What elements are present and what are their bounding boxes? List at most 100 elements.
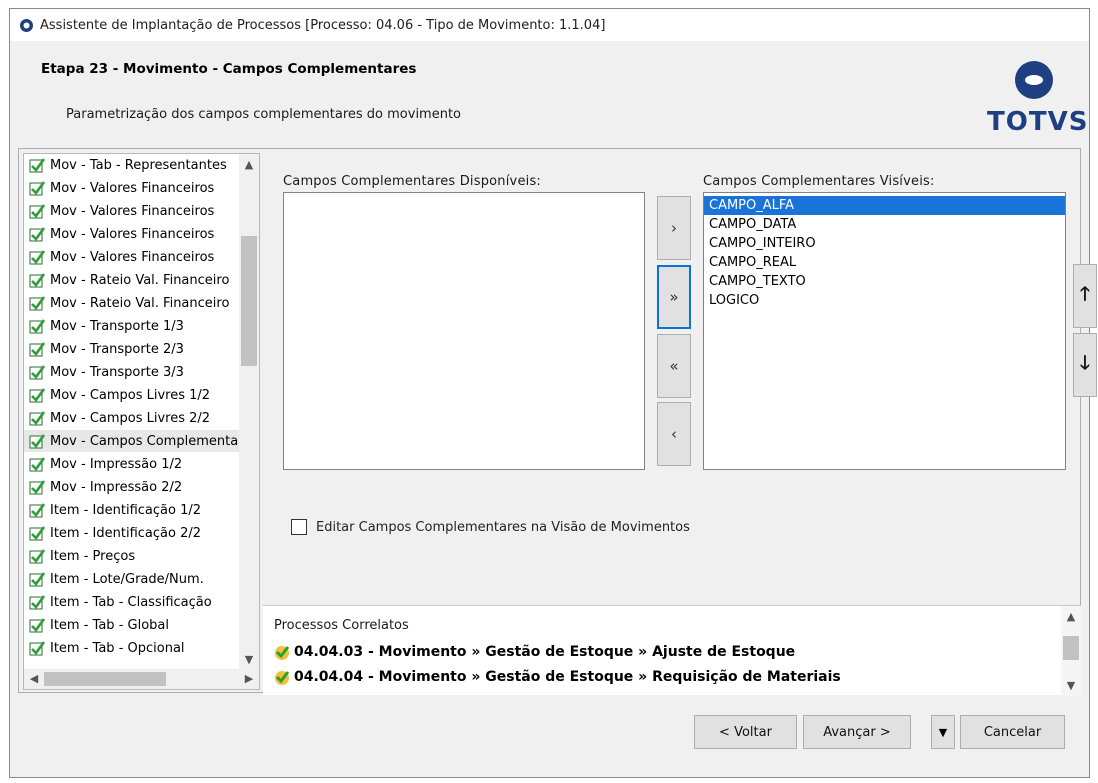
next-button[interactable]: Avançar >: [803, 715, 911, 749]
check-icon: [29, 341, 45, 357]
check-icon: [29, 456, 45, 472]
circle-logo-icon: [19, 18, 34, 33]
step-item[interactable]: Item - Preços: [24, 545, 246, 567]
step-item-label: Mov - Valores Financeiros: [50, 180, 215, 196]
step-item-label: Item - Tab - Global: [50, 617, 169, 633]
scroll-right-icon[interactable]: ▶: [239, 672, 259, 685]
step-item[interactable]: Mov - Transporte 1/3: [24, 315, 246, 337]
visible-field-item[interactable]: CAMPO_REAL: [704, 253, 1065, 272]
step-item[interactable]: Item - Identificação 1/2: [24, 499, 246, 521]
correlated-item-label: 04.04.03 - Movimento » Gestão de Estoque…: [294, 644, 796, 660]
correlated-item[interactable]: 04.04.03 - Movimento » Gestão de Estoque…: [273, 643, 795, 661]
correlated-title: Processos Correlatos: [274, 618, 409, 633]
step-item-label: Item - Lote/Grade/Num.: [50, 571, 204, 587]
remove-all-button[interactable]: «: [657, 334, 691, 398]
move-down-button[interactable]: 🡓: [1073, 333, 1097, 397]
available-listbox[interactable]: [283, 192, 645, 470]
step-item-label: Mov - Campos Livres 2/2: [50, 410, 211, 426]
steps-hscroll-thumb[interactable]: [44, 672, 166, 686]
add-all-button[interactable]: »: [657, 265, 691, 329]
step-item[interactable]: Mov - Impressão 2/2: [24, 476, 246, 498]
scroll-down-icon[interactable]: ▼: [239, 653, 259, 666]
step-item-label: Mov - Valores Financeiros: [50, 203, 215, 219]
visible-listbox[interactable]: CAMPO_ALFA CAMPO_DATA CAMPO_INTEIRO CAMPO_R…: [703, 192, 1066, 470]
step-item[interactable]: Mov - Campos Livres 1/2: [24, 384, 246, 406]
visible-field-item[interactable]: CAMPO_DATA: [704, 215, 1065, 234]
steps-vertical-scrollbar[interactable]: ▲ ▼: [239, 154, 259, 670]
arrow-down-icon: 🡓: [1080, 352, 1090, 374]
visible-field-item[interactable]: LOGICO: [704, 291, 1065, 310]
step-item[interactable]: Mov - Valores Financeiros: [24, 246, 246, 268]
check-icon: [29, 617, 45, 633]
options-dropdown-button[interactable]: ▼: [931, 715, 955, 749]
step-item[interactable]: Mov - Transporte 2/3: [24, 338, 246, 360]
remove-one-button[interactable]: ‹: [657, 402, 691, 466]
step-item[interactable]: Mov - Impressão 1/2: [24, 453, 246, 475]
step-item[interactable]: Item - Tab - Global: [24, 614, 246, 636]
scroll-up-icon[interactable]: ▲: [239, 158, 259, 171]
step-item-label: Item - Tab - Classificação: [50, 594, 212, 610]
visible-field-item[interactable]: CAMPO_TEXTO: [704, 272, 1065, 291]
edit-fields-checkbox[interactable]: [291, 519, 307, 535]
step-item[interactable]: Mov - Valores Financeiros: [24, 200, 246, 222]
step-item-label: Mov - Tab - Representantes: [50, 157, 227, 173]
check-icon: [29, 479, 45, 495]
logo-text: TOTVS: [987, 107, 1089, 137]
check-icon: [29, 594, 45, 610]
step-item[interactable]: Item - Tab - Opcional: [24, 637, 246, 659]
visible-field-item[interactable]: CAMPO_ALFA: [704, 196, 1065, 215]
check-icon: [29, 249, 45, 265]
check-icon: [29, 571, 45, 587]
correlated-processes-panel: Processos Correlatos 04.04.03 - Moviment…: [263, 605, 1081, 696]
visible-label: Campos Complementares Visíveis:: [703, 174, 935, 189]
check-icon: [29, 157, 45, 173]
check-icon: [29, 203, 45, 219]
visible-field-item[interactable]: CAMPO_INTEIRO: [704, 234, 1065, 253]
check-icon: [29, 640, 45, 656]
correlated-item[interactable]: 04.04.04 - Movimento » Gestão de Estoque…: [273, 668, 841, 686]
scroll-down-icon[interactable]: ▼: [1061, 679, 1081, 692]
step-item-label: Item - Identificação 2/2: [50, 525, 202, 541]
step-item[interactable]: Mov - Rateio Val. Financeiro: [24, 269, 246, 291]
edit-fields-checkbox-row[interactable]: Editar Campos Complementares na Visão de…: [291, 519, 690, 535]
step-item[interactable]: Item - Identificação 2/2: [24, 522, 246, 544]
check-icon: [29, 433, 45, 449]
step-item[interactable]: Mov - Campos Complementares: [24, 430, 246, 452]
steps-list[interactable]: Mov - Tab - Representantes Mov - Valores …: [23, 153, 260, 690]
cancel-button[interactable]: Cancelar: [960, 715, 1065, 749]
step-item[interactable]: Mov - Valores Financeiros: [24, 223, 246, 245]
scroll-left-icon[interactable]: ◀: [24, 672, 44, 685]
correlated-scrollbar[interactable]: ▲ ▼: [1061, 606, 1081, 696]
process-check-icon: [273, 668, 291, 686]
back-button[interactable]: < Voltar: [694, 715, 797, 749]
step-item[interactable]: Mov - Tab - Representantes: [24, 154, 246, 176]
add-one-button[interactable]: ›: [657, 196, 691, 260]
move-up-button[interactable]: 🡑: [1073, 264, 1097, 328]
process-check-icon: [273, 643, 291, 661]
correlated-item-label: 04.04.04 - Movimento » Gestão de Estoque…: [294, 669, 841, 685]
footer-bar: < Voltar Avançar > ▼ Cancelar: [18, 698, 1081, 774]
step-header: Etapa 23 - Movimento - Campos Complement…: [21, 52, 1089, 142]
content-frame: Mov - Tab - Representantes Mov - Valores …: [18, 148, 1097, 696]
title-bar: Assistente de Implantação de Processos […: [10, 9, 1089, 41]
step-item[interactable]: Mov - Transporte 3/3: [24, 361, 246, 383]
step-item-label: Mov - Valores Financeiros: [50, 226, 215, 242]
steps-horizontal-scrollbar[interactable]: ◀ ▶: [24, 669, 259, 689]
step-item[interactable]: Item - Lote/Grade/Num.: [24, 568, 246, 590]
step-item[interactable]: Item - Tab - Classificação: [24, 591, 246, 613]
step-item-label: Mov - Transporte 3/3: [50, 364, 184, 380]
step-item[interactable]: Mov - Valores Financeiros: [24, 177, 246, 199]
check-icon: [29, 548, 45, 564]
check-icon: [29, 364, 45, 380]
correlated-scroll-thumb[interactable]: [1063, 636, 1079, 660]
step-item[interactable]: Mov - Rateio Val. Financeiro: [24, 292, 246, 314]
edit-fields-checkbox-label[interactable]: Editar Campos Complementares na Visão de…: [316, 520, 690, 535]
totvs-logo-icon: [1015, 61, 1053, 99]
step-item-label: Mov - Rateio Val. Financeiro: [50, 295, 230, 311]
step-item-label: Mov - Impressão 2/2: [50, 479, 183, 495]
check-icon: [29, 318, 45, 334]
step-item-label: Mov - Campos Complementares: [50, 433, 246, 449]
step-item[interactable]: Mov - Campos Livres 2/2: [24, 407, 246, 429]
steps-scroll-thumb[interactable]: [241, 236, 257, 366]
scroll-up-icon[interactable]: ▲: [1061, 610, 1081, 623]
